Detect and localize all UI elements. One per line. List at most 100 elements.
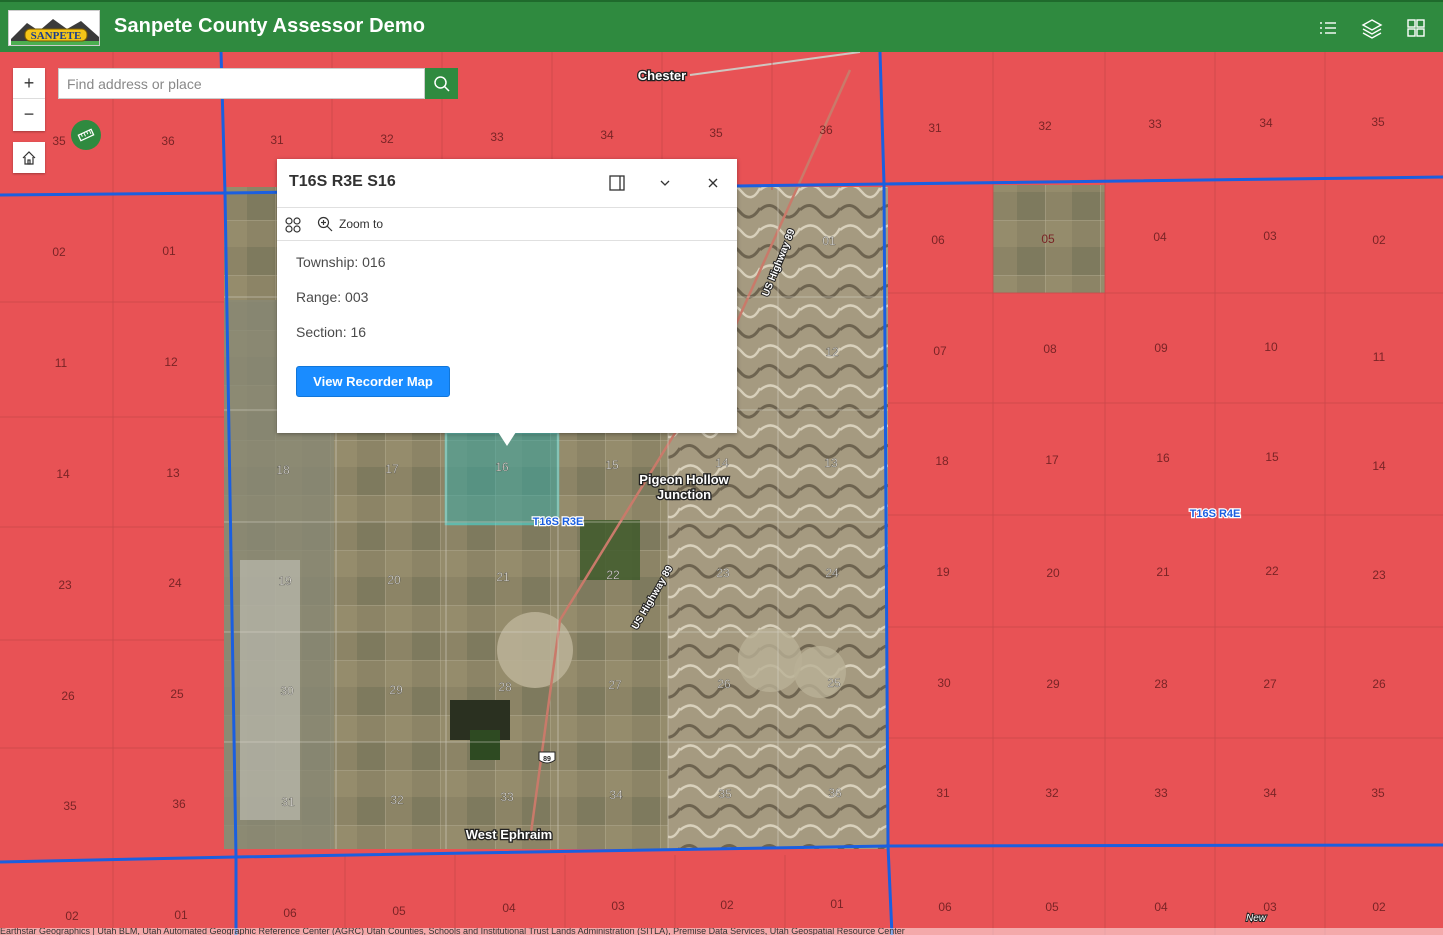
section-label: 02	[65, 909, 79, 923]
map-attribution: Earthstar Geographics | Utah BLM, Utah A…	[0, 928, 1443, 935]
section-label: 02	[52, 245, 66, 259]
dock-popup-button[interactable]	[606, 172, 628, 194]
popup-toolbar: Zoom to	[277, 207, 737, 241]
search-box	[58, 68, 425, 99]
section-label: 21	[1156, 565, 1170, 579]
search-button[interactable]	[425, 68, 458, 99]
view-recorder-map-button[interactable]: View Recorder Map	[296, 366, 450, 397]
section-label: 10	[1264, 340, 1278, 354]
section-label: 33	[490, 130, 504, 144]
section-label: 25	[827, 676, 841, 690]
grid-dots-icon	[285, 217, 301, 233]
section-label: 30	[280, 684, 294, 698]
section-label: 29	[1046, 677, 1060, 691]
section-label: 33	[1154, 786, 1168, 800]
search-input[interactable]	[59, 69, 424, 98]
section-label: 01	[830, 897, 844, 911]
us-highway-shield-icon: 89	[538, 751, 556, 764]
section-label: 09	[1154, 341, 1168, 355]
collapse-popup-button[interactable]	[654, 172, 676, 194]
section-label: 12	[164, 355, 178, 369]
section-label: 17	[385, 462, 399, 476]
section-label: 01	[174, 908, 188, 922]
chevron-down-icon	[660, 180, 670, 186]
section-label: 05	[1045, 900, 1059, 914]
section-label: 19	[936, 565, 950, 579]
legend-list-icon[interactable]	[1316, 16, 1340, 40]
section-label: 18	[276, 463, 290, 477]
zoom-in-button[interactable]: +	[13, 68, 45, 99]
section-label: 23	[1372, 568, 1386, 582]
popup-pointer	[498, 432, 516, 446]
section-label: 27	[608, 678, 622, 692]
section-label: 02	[720, 898, 734, 912]
section-label: 33	[500, 790, 514, 804]
close-icon	[708, 178, 718, 188]
section-label: 13	[166, 466, 180, 480]
section-label: 25	[170, 687, 184, 701]
section-label: 36	[819, 123, 833, 137]
popup-title: T16S R3E S16	[289, 173, 396, 190]
section-label: 01	[822, 234, 836, 248]
road-shield-label: 89	[543, 756, 551, 763]
section-label: 35	[52, 134, 66, 148]
layers-icon[interactable]	[1360, 16, 1384, 40]
section-label: 36	[828, 786, 842, 800]
section-label: 35	[718, 787, 732, 801]
section-label: 26	[717, 677, 731, 691]
feature-popup: T16S R3E S16 Zoom to Township: 016 Range…	[277, 159, 737, 446]
section-label: 04	[1154, 900, 1168, 914]
section-label: 02	[1372, 900, 1386, 914]
county-logo: SANPETE	[8, 10, 100, 46]
section-label: 20	[1046, 566, 1060, 580]
section-label: 12	[825, 345, 839, 359]
home-button[interactable]	[13, 142, 45, 173]
section-label: 06	[931, 233, 945, 247]
section-label: 22	[1265, 564, 1279, 578]
popup-actions-menu-button[interactable]	[284, 216, 302, 239]
section-label: 02	[1372, 233, 1386, 247]
section-label: 34	[1263, 786, 1277, 800]
section-label: 31	[281, 795, 295, 809]
section-label: 16	[1156, 451, 1170, 465]
section-label: 20	[387, 573, 401, 587]
section-label: 06	[283, 906, 297, 920]
section-label: 04	[1153, 230, 1167, 244]
section-label: 23	[716, 566, 730, 580]
close-popup-button[interactable]	[702, 172, 724, 194]
section-label: 35	[1371, 786, 1385, 800]
home-icon	[22, 150, 36, 165]
measure-button[interactable]	[71, 120, 101, 150]
section-label: 31	[928, 121, 942, 135]
section-label: 18	[935, 454, 949, 468]
section-label: 28	[1154, 677, 1168, 691]
section-label: 30	[937, 676, 951, 690]
section-label: 31	[270, 133, 284, 147]
section-label: 33	[1148, 117, 1162, 131]
zoom-out-button[interactable]: −	[13, 99, 45, 130]
section-label: 34	[600, 128, 614, 142]
place-label-chester: Chester	[638, 68, 686, 83]
place-label-new: New	[1246, 913, 1267, 924]
field-range: Range: 003	[296, 289, 369, 305]
section-label: 24	[825, 566, 839, 580]
section-label: 13	[824, 456, 838, 470]
section-label: 31	[936, 786, 950, 800]
search-icon	[433, 75, 450, 92]
place-label-pigeon-hollow: Pigeon Hollow	[639, 472, 729, 487]
section-label: 17	[1045, 453, 1059, 467]
section-label: 11	[1373, 350, 1386, 364]
basemap-gallery-icon[interactable]	[1404, 16, 1428, 40]
section-label: 27	[1263, 677, 1277, 691]
section-label: 32	[390, 793, 404, 807]
section-label: 32	[1045, 786, 1059, 800]
place-label-junction: Junction	[657, 487, 711, 502]
township-label: T16S R4E	[1190, 508, 1241, 520]
section-label: 22	[606, 568, 620, 582]
section-label: 11	[55, 356, 68, 370]
section-label: 26	[61, 689, 75, 703]
section-label: 01	[162, 244, 176, 258]
zoom-to-action[interactable]: Zoom to	[317, 216, 383, 232]
ruler-icon	[77, 128, 95, 142]
section-label: 14	[56, 467, 70, 481]
